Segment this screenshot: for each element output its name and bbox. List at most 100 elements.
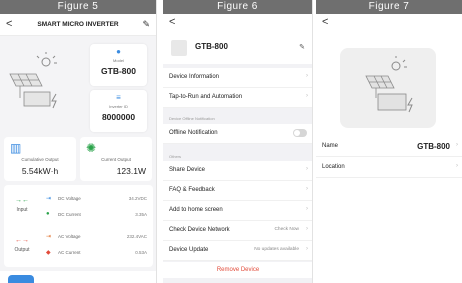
row-label: Tap-to-Run and Automation [169, 94, 243, 100]
figure-title: Figure 5 [0, 0, 156, 14]
app-header: < [316, 14, 462, 36]
app-header: < SMART MICRO INVERTER ✎ [0, 14, 156, 36]
dc-voltage-row: ⇥ DC Voltage 34.2VDC [46, 195, 147, 205]
chevron-right-icon: › [306, 246, 308, 252]
row-label: Add to home screen [169, 207, 223, 213]
current-output-value: 123.1W [116, 166, 146, 176]
voltage-icon: ⇥ [46, 196, 52, 202]
device-thumbnail [171, 40, 187, 56]
offline-notification-toggle[interactable] [293, 129, 307, 137]
others-group: Share Device › FAQ & Feedback › Add to h… [163, 161, 312, 261]
location-row[interactable]: Location › [316, 158, 462, 178]
device-update-row[interactable]: Device Update No updates available › [163, 241, 312, 261]
remove-device-button[interactable]: Remove Device [163, 262, 312, 278]
offline-notification-row: Offline Notification [163, 124, 312, 144]
back-icon[interactable]: < [322, 16, 328, 28]
tap-to-run-row[interactable]: Tap-to-Run and Automation › [163, 88, 312, 108]
bar-chart-icon: ▥ [10, 141, 22, 155]
check-device-network-row[interactable]: Check Device Network Check Now › [163, 221, 312, 241]
figure-7-panel: Figure 7 < Name GTB-800 › Location › [316, 0, 462, 283]
dc-current-row: ● DC Current 3.35A [46, 211, 147, 221]
row-value: No updates available [254, 247, 299, 252]
inverter-id-label: Inverter ID [109, 104, 128, 109]
current-output-card: ✺ Current Output 123.1W [80, 137, 152, 181]
active-tab[interactable] [8, 275, 34, 283]
row-label: Device Update [169, 247, 209, 253]
section-label-others: Others [169, 154, 182, 159]
chevron-right-icon: › [306, 186, 308, 192]
model-label: Model [113, 58, 124, 63]
edit-icon[interactable]: ✎ [142, 19, 150, 30]
dc-voltage-value: 34.2VDC [128, 196, 147, 201]
output-label: Output [14, 247, 30, 253]
row-label: Offline Notification [169, 130, 218, 136]
row-label: Share Device [169, 167, 206, 173]
device-header: GTB-800 ✎ [163, 36, 312, 64]
cumulative-output-value: 5.54kW·h [21, 166, 59, 176]
chevron-right-icon: › [456, 142, 458, 148]
back-icon[interactable]: < [169, 16, 175, 28]
figure-title: Figure 6 [163, 0, 312, 14]
row-label: Device Information [169, 74, 220, 80]
figure-5-panel: Figure 5 < SMART MICRO INVERTER ✎ ● Mode… [0, 0, 157, 283]
section-label-offline: Device Offline Notification [169, 116, 215, 121]
chevron-right-icon: › [306, 73, 308, 79]
row-value: GTB-800 [417, 142, 450, 151]
device-information-row[interactable]: Device Information › [163, 68, 312, 88]
row-value: Check Now [274, 227, 299, 232]
faq-feedback-row[interactable]: FAQ & Feedback › [163, 181, 312, 201]
chevron-right-icon: › [306, 93, 308, 99]
settings-group-top: Device Information › Tap-to-Run and Auto… [163, 68, 312, 108]
chevron-right-icon: › [306, 206, 308, 212]
voltage-icon: ⇥ [46, 234, 52, 240]
model-card: ● Model GTB-800 [90, 44, 147, 86]
current-output-label: Current Output [101, 157, 131, 162]
cumulative-output-label: Cumulative Output [21, 157, 59, 162]
device-overview: ● Model GTB-800 ≡ Inverter ID 8000000 [4, 40, 153, 133]
dc-voltage-label: DC Voltage [58, 196, 81, 201]
row-label: Name [322, 143, 339, 149]
solar-inverter-illustration [365, 56, 413, 113]
ac-voltage-label: AC Voltage [58, 234, 81, 239]
page-title: SMART MICRO INVERTER [37, 21, 119, 28]
figure-6-panel: Figure 6 < GTB-800 ✎ Device Information … [163, 0, 313, 283]
device-image [340, 48, 436, 128]
row-label: Check Device Network [169, 227, 230, 233]
device-name: GTB-800 [195, 42, 228, 51]
chevron-right-icon: › [306, 226, 308, 232]
ac-current-label: AC Current [58, 250, 81, 255]
share-device-row[interactable]: Share Device › [163, 161, 312, 181]
list-icon: ≡ [116, 93, 121, 102]
cumulative-output-card: ▥ Cumulative Output 5.54kW·h [4, 137, 76, 181]
solar-inverter-illustration [9, 52, 57, 109]
sun-icon: ✺ [86, 141, 97, 155]
input-arrows-icon: →← [15, 197, 29, 204]
device-icon: ● [116, 47, 121, 56]
inverter-id-card: ≡ Inverter ID 8000000 [90, 90, 147, 132]
chevron-right-icon: › [456, 163, 458, 169]
input-group: →← Input ⇥ DC Voltage 34.2VDC ● DC Curre… [4, 187, 153, 225]
app-header: < [163, 14, 312, 36]
ac-voltage-value: 232.4VAC [126, 234, 147, 239]
figure-title: Figure 7 [316, 0, 462, 14]
ac-current-value: 0.53A [135, 250, 147, 255]
current-icon: ◆ [46, 250, 51, 256]
offline-group: Offline Notification [163, 124, 312, 144]
inverter-id-value: 8000000 [101, 112, 136, 122]
row-label: Location [322, 164, 345, 170]
output-group: ←→ Output ⇥ AC Voltage 232.4VAC ◆ AC Cur… [4, 227, 153, 265]
dc-current-value: 3.35A [135, 212, 147, 217]
ac-voltage-row: ⇥ AC Voltage 232.4VAC [46, 233, 147, 243]
add-to-home-screen-row[interactable]: Add to home screen › [163, 201, 312, 221]
input-output-card: →← Input ⇥ DC Voltage 34.2VDC ● DC Curre… [4, 185, 153, 267]
model-value: GTB-800 [101, 66, 136, 76]
dc-current-label: DC Current [58, 212, 81, 217]
input-label: Input [16, 207, 28, 213]
chevron-right-icon: › [306, 166, 308, 172]
name-row[interactable]: Name GTB-800 › [316, 137, 462, 157]
current-icon: ● [46, 211, 50, 217]
bottom-tab-bar [0, 271, 156, 283]
edit-icon[interactable]: ✎ [299, 43, 305, 51]
row-label: FAQ & Feedback [169, 187, 215, 193]
ac-current-row: ◆ AC Current 0.53A [46, 249, 147, 259]
